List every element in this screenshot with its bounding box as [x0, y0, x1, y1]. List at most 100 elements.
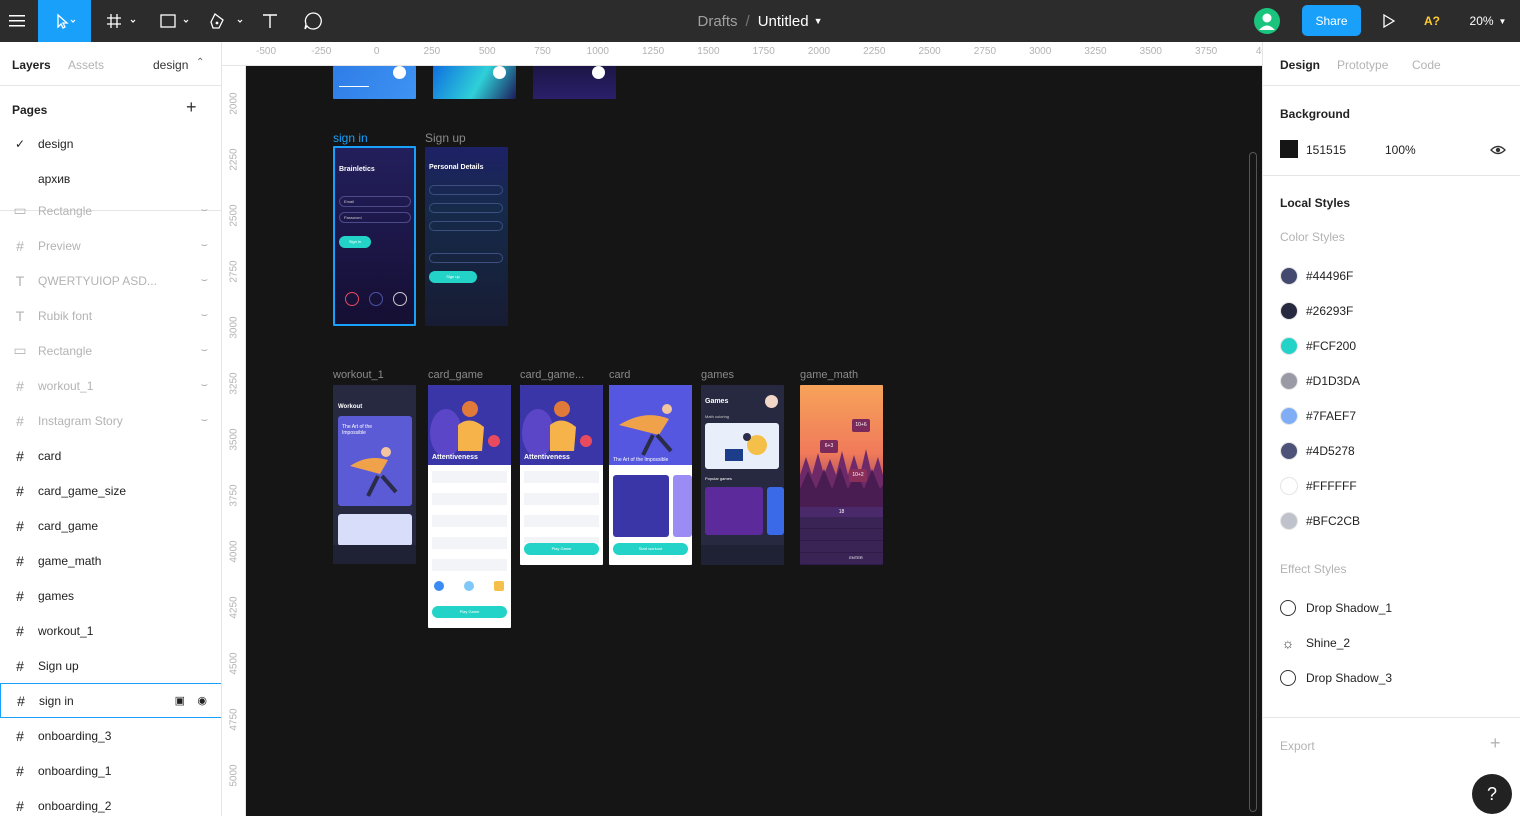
ruler-tick-label: 5000: [228, 764, 240, 787]
shape-tool-button[interactable]: [152, 0, 198, 42]
color-style-item[interactable]: #44496F: [1280, 265, 1353, 287]
color-style-label: #FCF200: [1306, 339, 1357, 353]
layer-label: sign in: [39, 693, 74, 708]
frame-card[interactable]: The Art of the Impossible Start workout: [609, 385, 692, 565]
onboarding-frame-1[interactable]: [333, 66, 416, 99]
avatar[interactable]: [1253, 0, 1281, 42]
breadcrumb-drafts[interactable]: Drafts: [698, 13, 738, 30]
ruler-tick-label: 750: [534, 46, 551, 57]
frame-label-workout[interactable]: workout_1: [333, 369, 384, 381]
layer-item[interactable]: # onboarding_1: [0, 753, 221, 788]
layer-item[interactable]: T QWERTYUIOP ASD... ⌣: [0, 263, 221, 298]
background-opacity-input[interactable]: 100%: [1385, 143, 1416, 157]
layer-item[interactable]: # Instagram Story ⌣: [0, 403, 221, 438]
add-export-icon[interactable]: +: [1490, 733, 1501, 754]
text-tool-button[interactable]: [254, 0, 286, 42]
onboarding-frame-2[interactable]: [433, 66, 516, 99]
eye-closed-icon[interactable]: ⌣: [201, 239, 208, 252]
frame-card-game-size[interactable]: Attentiveness Play Game: [520, 385, 603, 565]
frame-label-sign-up[interactable]: Sign up: [425, 131, 466, 145]
canvas[interactable]: sign in Brainletics Email Password Sign …: [246, 66, 1262, 816]
eye-closed-icon[interactable]: ⌣: [201, 344, 208, 357]
lock-icon[interactable]: ▣: [175, 694, 185, 707]
eye-closed-icon[interactable]: ⌣: [201, 274, 208, 287]
frame-games[interactable]: Games Math coloring Popular games: [701, 385, 784, 565]
color-style-item[interactable]: #FCF200: [1280, 335, 1356, 357]
eye-icon[interactable]: [1490, 144, 1506, 156]
frame-label-games[interactable]: games: [701, 369, 734, 381]
onboarding-frame-3[interactable]: [533, 66, 616, 99]
layer-item[interactable]: # Preview ⌣: [0, 228, 221, 263]
tab-prototype[interactable]: Prototype: [1337, 58, 1388, 72]
eye-closed-icon[interactable]: ⌣: [201, 204, 208, 217]
color-style-item[interactable]: #D1D3DA: [1280, 370, 1360, 392]
layer-item[interactable]: # onboarding_2: [0, 788, 221, 816]
equation-bubble: 10+6: [852, 419, 870, 432]
eye-closed-icon[interactable]: ⌣: [201, 379, 208, 392]
pen-tool-button[interactable]: [204, 0, 250, 42]
frame-workout[interactable]: Workout The Art of the Impossible: [333, 385, 416, 564]
missing-fonts-button[interactable]: A?: [1418, 0, 1446, 42]
effect-style-item[interactable]: Drop Shadow_1: [1280, 597, 1392, 619]
color-style-item[interactable]: #26293F: [1280, 300, 1353, 322]
canvas-scrollbar[interactable]: [1249, 152, 1257, 812]
layer-item[interactable]: # Sign up: [0, 648, 221, 683]
frame-label-card[interactable]: card: [609, 369, 630, 381]
layer-item[interactable]: T Rubik font ⌣: [0, 298, 221, 333]
main-menu-button[interactable]: [0, 0, 34, 42]
tab-layers[interactable]: Layers: [12, 58, 51, 72]
tab-assets[interactable]: Assets: [68, 58, 104, 72]
color-style-item[interactable]: #4D5278: [1280, 440, 1355, 462]
frame-label-card-game[interactable]: card_game: [428, 369, 483, 381]
layer-item[interactable]: # workout_1 ⌣: [0, 368, 221, 403]
layer-item[interactable]: # games: [0, 578, 221, 613]
chevron-up-icon[interactable]: ⌃: [196, 57, 204, 68]
frame-label-sign-in[interactable]: sign in: [333, 131, 368, 145]
help-button[interactable]: ?: [1472, 774, 1512, 814]
layer-item[interactable]: # card_game: [0, 508, 221, 543]
layer-item[interactable]: # workout_1: [0, 613, 221, 648]
chevron-down-icon[interactable]: ▼: [814, 16, 823, 26]
color-style-item[interactable]: #FFFFFF: [1280, 475, 1357, 497]
frame-label-game-math[interactable]: game_math: [800, 369, 858, 381]
frame-card-game[interactable]: Attentiveness Play Game: [428, 385, 511, 628]
eye-closed-icon[interactable]: ⌣: [201, 414, 208, 427]
tab-code[interactable]: Code: [1412, 58, 1441, 72]
right-sidebar: Design Prototype Code Background 151515 …: [1262, 42, 1520, 816]
color-style-item[interactable]: #BFC2CB: [1280, 510, 1360, 532]
effect-style-item[interactable]: ☼ Shine_2: [1280, 632, 1350, 654]
layer-item[interactable]: # game_math: [0, 543, 221, 578]
color-style-item[interactable]: #7FAEF7: [1280, 405, 1356, 427]
effect-style-item[interactable]: Drop Shadow_3: [1280, 667, 1392, 689]
background-hex-input[interactable]: 151515: [1306, 143, 1346, 157]
move-tool-button[interactable]: [38, 0, 91, 42]
frame-game-math[interactable]: 6+3 10+6 10+2 18 ENTER: [800, 385, 883, 565]
layer-item[interactable]: ▭ Rectangle ⌣: [0, 333, 221, 368]
share-button[interactable]: Share: [1302, 5, 1361, 36]
tab-design[interactable]: Design: [1280, 58, 1320, 72]
present-button[interactable]: [1378, 0, 1400, 42]
comment-tool-button[interactable]: [296, 0, 330, 42]
text-icon: T: [15, 272, 25, 289]
frame-label-card-game-size[interactable]: card_game...: [520, 369, 584, 381]
signin-email-field: Email: [339, 196, 411, 207]
layer-item[interactable]: # onboarding_3: [0, 718, 221, 753]
frame-tool-button[interactable]: [100, 0, 144, 42]
eye-closed-icon[interactable]: ⌣: [201, 309, 208, 322]
frame-sign-up[interactable]: Personal Details Sign up: [425, 147, 508, 326]
file-name[interactable]: Untitled: [758, 13, 809, 30]
layer-item[interactable]: # card_game_size: [0, 473, 221, 508]
page-item-archive[interactable]: архив: [0, 161, 221, 196]
frame-sign-in[interactable]: Brainletics Email Password Sign in: [333, 146, 416, 326]
layer-item[interactable]: ▭ Rectangle ⌣: [0, 193, 221, 228]
page-item-design[interactable]: ✓ design: [0, 126, 221, 161]
add-page-icon[interactable]: +: [186, 97, 197, 118]
layer-item[interactable]: # sign in ▣ ◉: [0, 683, 221, 718]
eye-icon[interactable]: ◉: [197, 694, 207, 707]
layer-label: Preview: [38, 238, 81, 253]
background-swatch[interactable]: [1280, 140, 1298, 158]
layer-item[interactable]: # card: [0, 438, 221, 473]
ruler-tick-label: 2500: [918, 46, 941, 57]
page-selector[interactable]: design: [153, 58, 188, 72]
zoom-menu[interactable]: 20% ▼: [1462, 0, 1514, 42]
